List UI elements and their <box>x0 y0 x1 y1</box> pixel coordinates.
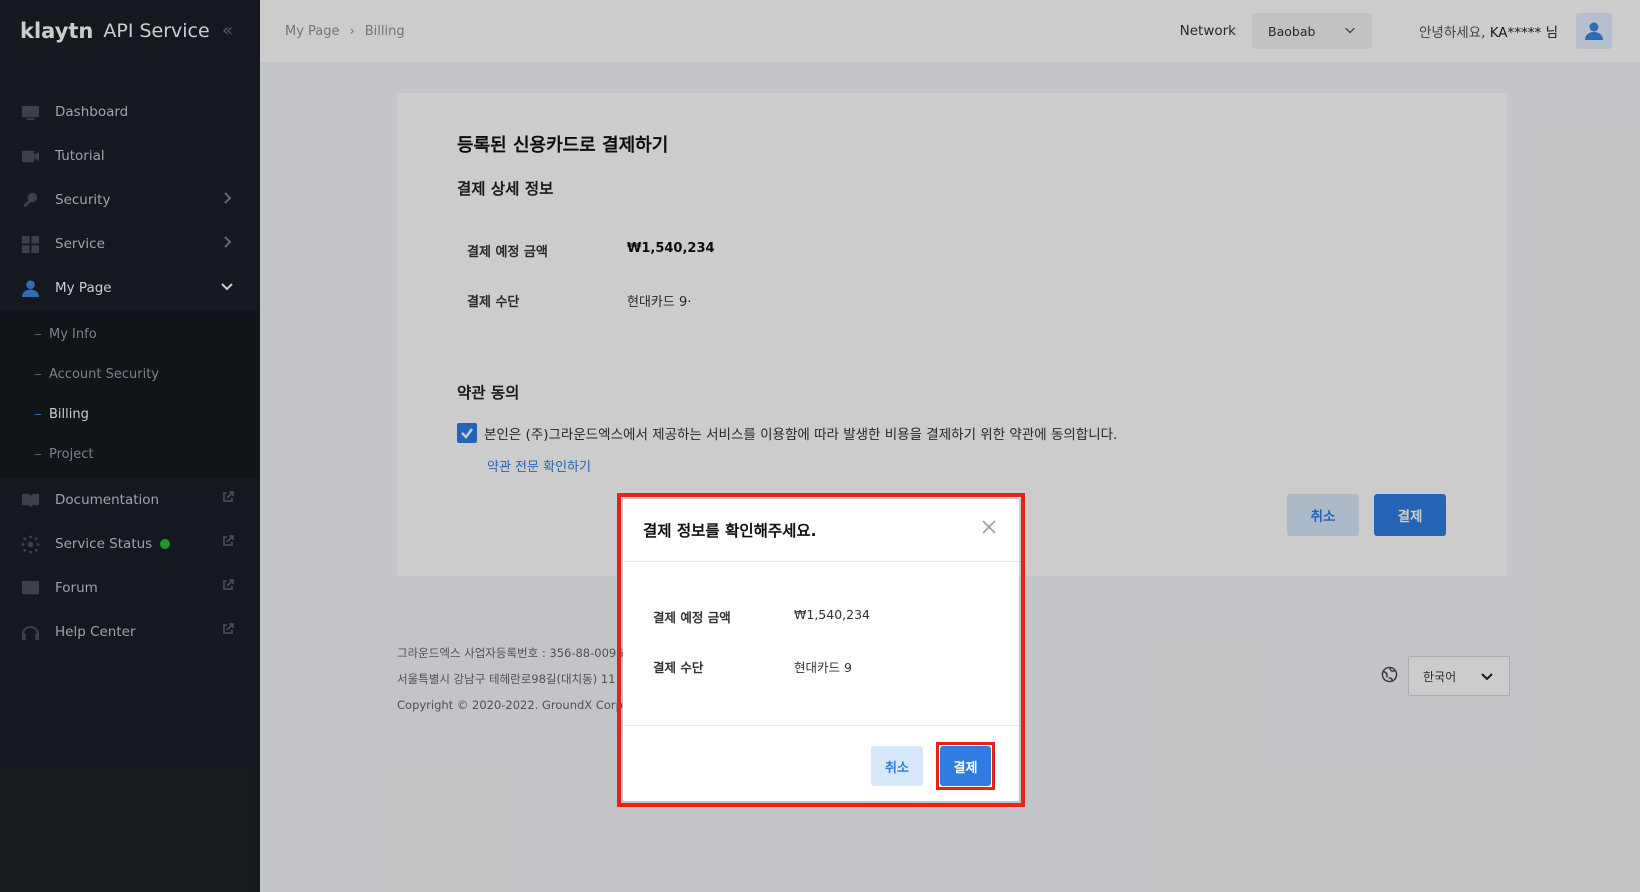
modal-amount-value: ₩1,540,234 <box>794 607 870 622</box>
modal-method-row: 결제 수단 현대카드 9 <box>653 657 852 676</box>
modal-cancel-button[interactable]: 취소 <box>871 746 923 786</box>
modal-title: 결제 정보를 확인해주세요. <box>643 522 817 540</box>
modal-amount-label: 결제 예정 금액 <box>653 610 731 625</box>
modal-header: 결제 정보를 확인해주세요. <box>623 499 1019 562</box>
modal-method-value: 현대카드 9 <box>794 660 852 675</box>
confirm-payment-modal: 결제 정보를 확인해주세요. 결제 예정 금액 ₩1,540,234 결제 수단… <box>623 499 1019 801</box>
close-icon[interactable] <box>981 519 997 539</box>
modal-method-label: 결제 수단 <box>653 660 704 675</box>
modal-footer: 취소 결제 <box>623 725 1019 801</box>
modal-amount-row: 결제 예정 금액 ₩1,540,234 <box>653 607 870 626</box>
modal-pay-button[interactable]: 결제 <box>940 746 991 786</box>
